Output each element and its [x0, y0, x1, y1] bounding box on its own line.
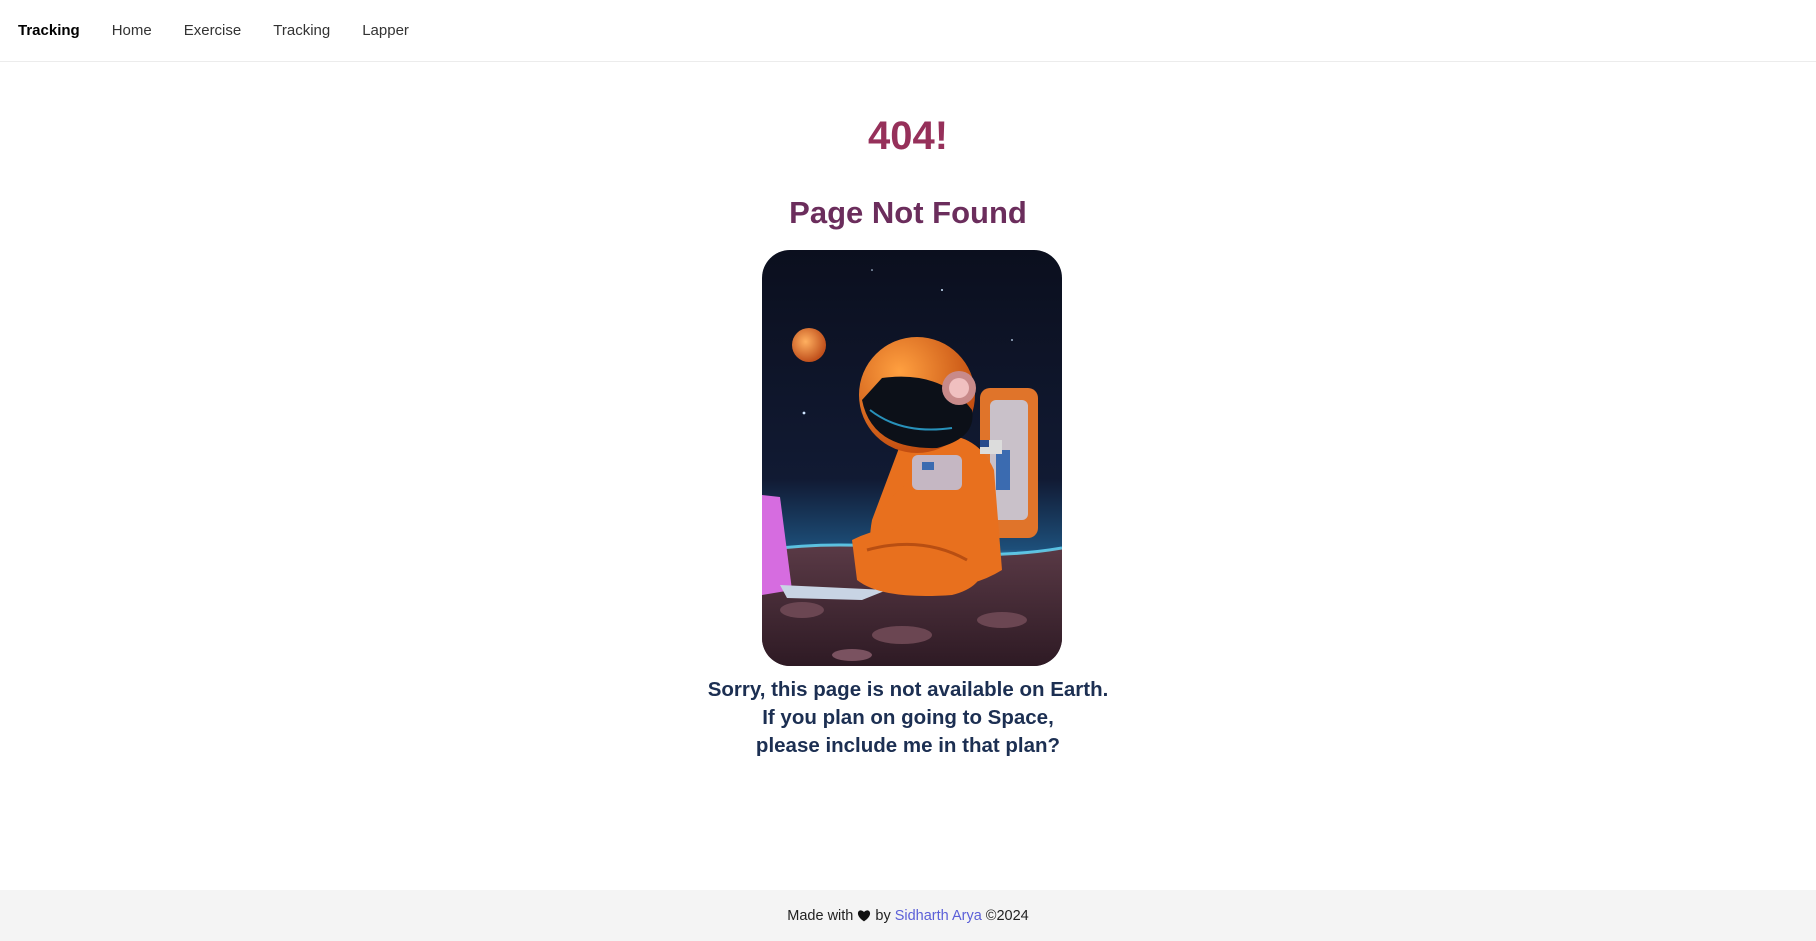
footer-copyright: ©2024	[985, 907, 1029, 924]
nav-link-home[interactable]: Home	[112, 22, 152, 39]
brand-link[interactable]: Tracking	[18, 22, 80, 39]
nav-link-exercise[interactable]: Exercise	[184, 22, 242, 39]
message-line-1: Sorry, this page is not available on Ear…	[707, 678, 1109, 701]
navbar: Tracking Home Exercise Tracking Lapper	[0, 0, 1816, 62]
author-link[interactable]: Sidharth Arya	[895, 908, 982, 924]
error-message: Sorry, this page is not available on Ear…	[0, 676, 1816, 760]
astronaut-illustration	[762, 250, 1062, 666]
page-title: Page Not Found	[789, 195, 1027, 230]
nav-link-tracking[interactable]: Tracking	[273, 22, 330, 39]
heart-icon	[857, 909, 871, 922]
footer: Made with by Sidharth Arya ©2024	[0, 890, 1816, 941]
message-line-2: If you plan on going to Space,	[762, 706, 1054, 729]
message-line-3: please include me in that plan?	[755, 734, 1061, 757]
main-content: 404! Page Not Found Sorry, this page is …	[0, 62, 1816, 890]
nav-link-lapper[interactable]: Lapper	[362, 22, 409, 39]
error-code: 404!	[867, 114, 949, 158]
nav-links: Home Exercise Tracking Lapper	[112, 22, 441, 39]
footer-by: by	[875, 907, 891, 924]
footer-made-with: Made with	[787, 907, 854, 924]
